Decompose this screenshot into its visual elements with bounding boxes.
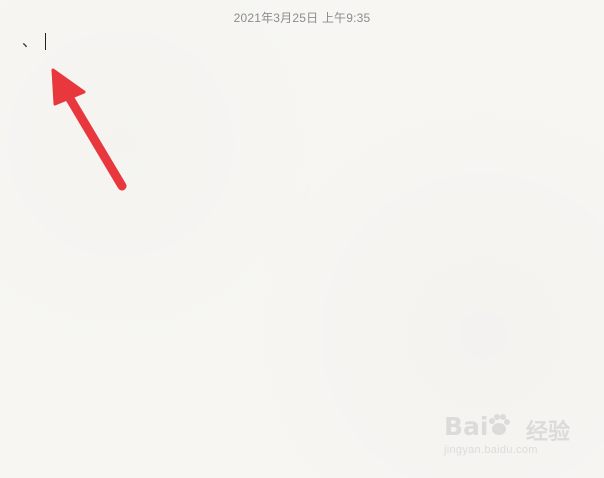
note-editor[interactable]: 、 — [22, 33, 582, 453]
note-timestamp: 2021年3月25日 上午9:35 — [233, 11, 371, 25]
baidu-paw-icon — [489, 414, 510, 435]
watermark-jingyan: 经验 — [526, 419, 571, 444]
text-caret — [45, 33, 47, 50]
note-body-text: 、 — [22, 33, 38, 50]
watermark-url: jingyan.baidu.com — [444, 444, 538, 456]
watermark-brand: Bai — [444, 412, 489, 441]
baidu-jingyan-watermark: Bai 经验 jingyan.baidu.com — [434, 406, 584, 466]
